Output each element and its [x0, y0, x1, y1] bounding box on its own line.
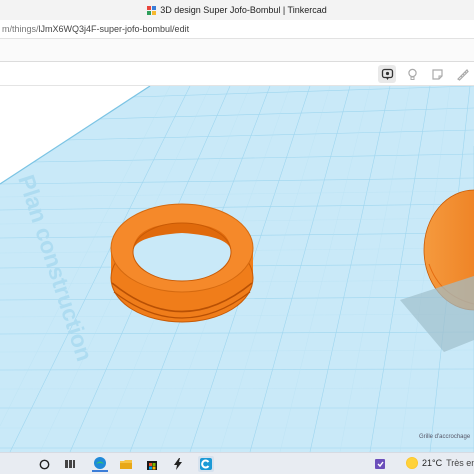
search-icon[interactable]: [36, 456, 52, 472]
file-explorer-icon[interactable]: [118, 456, 134, 472]
3d-viewport[interactable]: Plan construction: [0, 86, 474, 452]
ring-shape[interactable]: [110, 203, 254, 323]
snap-grid-label[interactable]: Grille d'accrochage: [419, 434, 470, 440]
tinkercad-favicon-icon: [147, 5, 157, 15]
weather-widget[interactable]: 21°C Très enso: [406, 457, 474, 469]
url-path: lJmX6WQ3j4F-super-jofo-bombul/edit: [38, 24, 190, 34]
comment-bubble-icon[interactable]: [378, 65, 396, 83]
edge-browser-icon[interactable]: [92, 456, 108, 472]
ruler-icon[interactable]: [453, 65, 471, 83]
workplane-canvas[interactable]: Plan construction: [0, 86, 474, 452]
lightbulb-icon[interactable]: [403, 65, 421, 83]
weather-temperature: 21°C: [422, 458, 443, 468]
url-prefix: m/things/: [2, 24, 39, 34]
autodesk-icon[interactable]: [170, 456, 186, 472]
browser-toolbar-strip: [0, 38, 474, 62]
window-title: 3D design Super Jofo-Bombul | Tinkercad: [160, 5, 327, 15]
store-icon[interactable]: [144, 456, 160, 472]
app-toolbar: [0, 62, 474, 86]
tinkercad-icon[interactable]: [198, 456, 214, 472]
address-bar[interactable]: m/things/lJmX6WQ3j4F-super-jofo-bombul/e…: [0, 20, 474, 38]
window-title-bar: 3D design Super Jofo-Bombul | Tinkercad: [0, 0, 474, 20]
sun-icon: [406, 457, 418, 469]
app-tray-icon[interactable]: [372, 456, 388, 472]
os-taskbar: 21°C Très enso: [0, 452, 474, 474]
weather-description: Très enso: [446, 458, 474, 468]
task-view-icon[interactable]: [62, 456, 78, 472]
note-icon[interactable]: [428, 65, 446, 83]
